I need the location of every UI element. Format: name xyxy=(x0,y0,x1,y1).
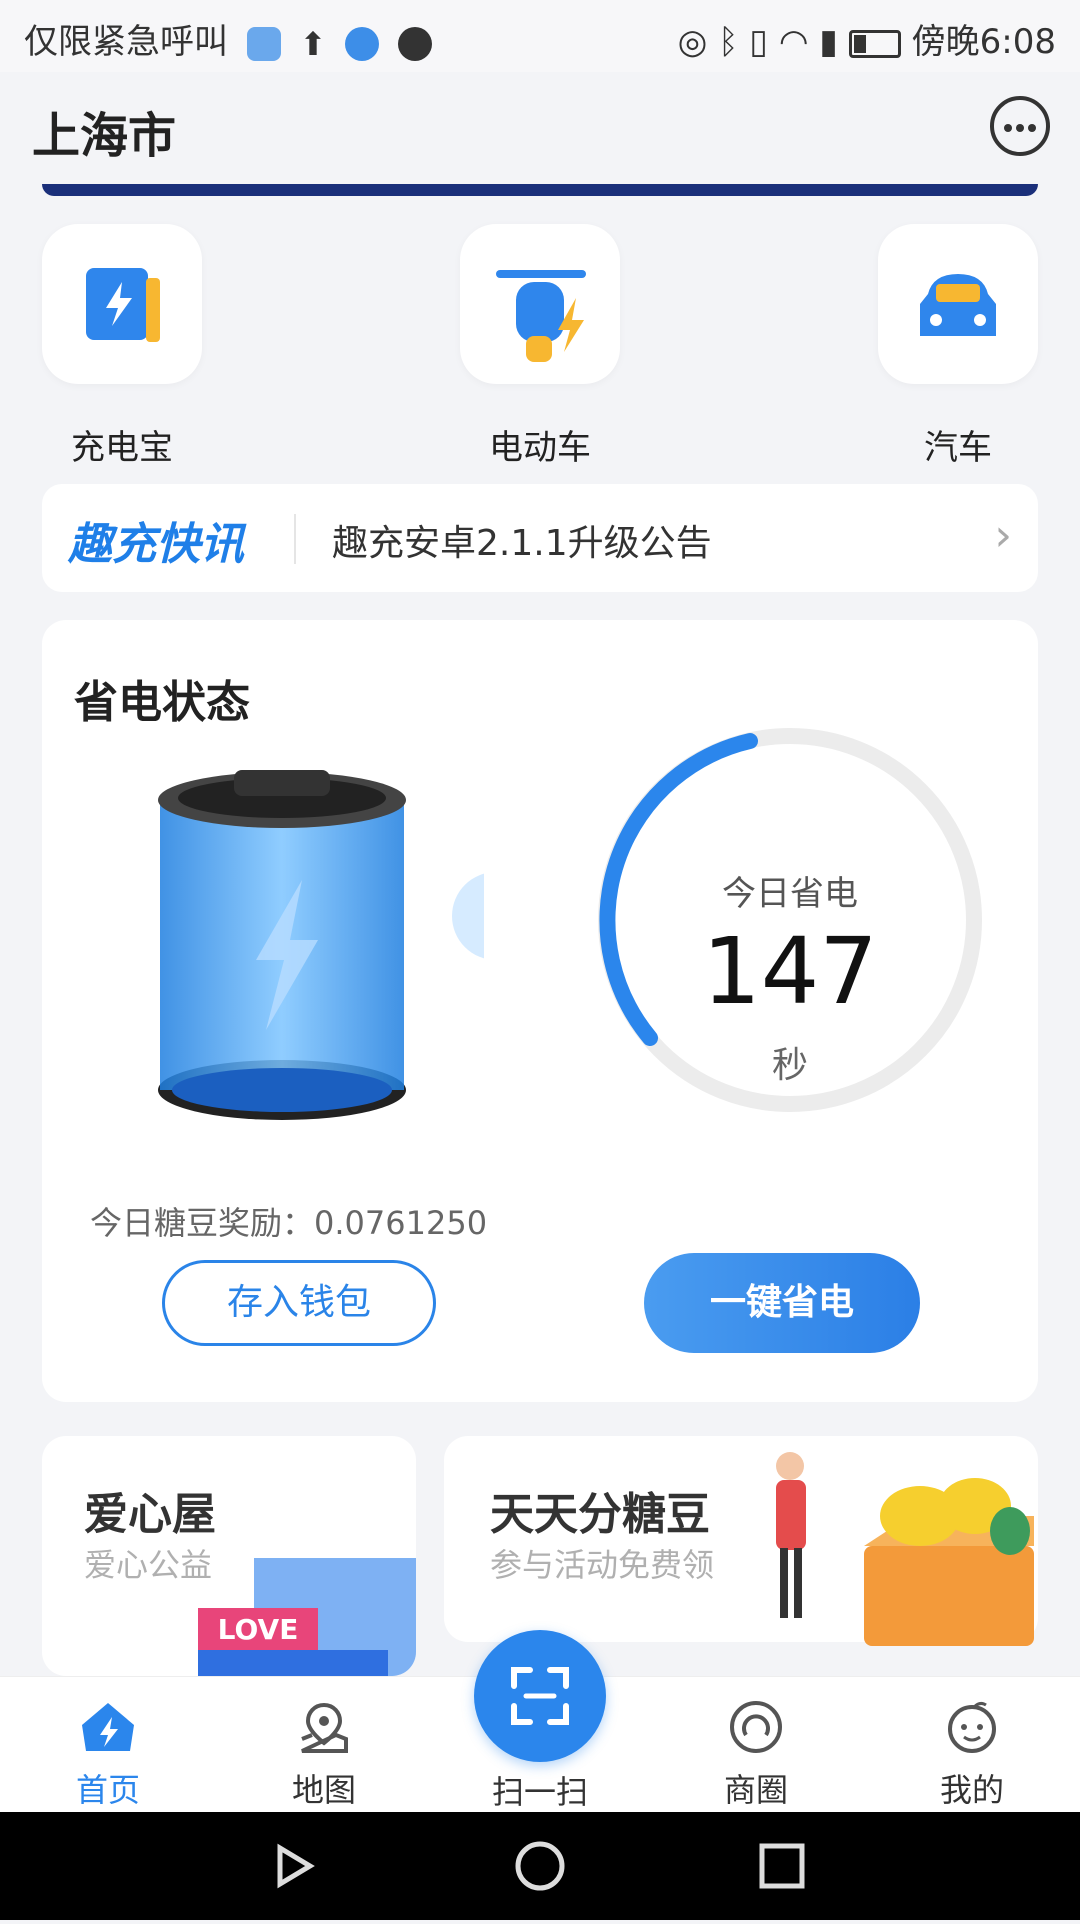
recents-icon[interactable] xyxy=(759,1843,805,1889)
love-base-illustration xyxy=(198,1650,388,1676)
tab-map[interactable]: 地图 xyxy=(216,1677,432,1813)
today-saved-label: 今日省电 xyxy=(722,874,858,914)
status-left: 仅限紧急呼叫 ⬆ xyxy=(24,14,433,63)
battery-illustration xyxy=(158,770,484,1120)
business-circle-icon xyxy=(730,1701,782,1753)
e-scooter-icon xyxy=(496,270,586,362)
status-right: ◎ ᛒ ▯ ◠ ▮ 傍晚6:08 xyxy=(678,14,1056,63)
back-icon[interactable] xyxy=(277,1843,315,1889)
reward-text: 今日糖豆奖励：0.0761250 xyxy=(90,1204,488,1242)
promo-love-house[interactable]: 爱心屋 爱心公益 LOVE xyxy=(42,1436,416,1676)
category-label-e-scooter: 电动车 xyxy=(489,428,591,468)
home-system-icon[interactable] xyxy=(515,1841,565,1891)
home-icon xyxy=(82,1703,134,1751)
love-badge: LOVE xyxy=(198,1608,318,1652)
promo-title: 天天分糖豆 xyxy=(490,1489,710,1540)
power-bank-icon xyxy=(86,268,160,342)
tab-profile[interactable]: 我的 xyxy=(864,1677,1080,1813)
tab-label: 我的 xyxy=(939,1771,1004,1809)
car-icon xyxy=(920,274,996,336)
app-notification-icon-2 xyxy=(345,26,380,61)
location-icon: ◎ xyxy=(677,22,708,62)
battery-icon xyxy=(848,29,901,58)
category-label-car: 汽车 xyxy=(924,428,992,468)
upload-icon: ⬆ xyxy=(299,24,327,63)
wifi-icon: ◠ xyxy=(778,22,809,62)
vibrate-icon: ▯ xyxy=(749,22,768,62)
message-icon[interactable] xyxy=(990,96,1050,156)
tiktok-icon xyxy=(398,26,433,61)
profile-icon xyxy=(948,1701,996,1753)
system-navigation-bar xyxy=(0,1812,1080,1920)
scan-icon xyxy=(511,1667,569,1725)
power-saving-card: 省电状态 今日省电 147 秒 今日糖豆奖励：0.0761250 存入钱包 一键… xyxy=(42,620,1038,1402)
news-bar[interactable]: 趣充快讯 趣充安卓2.1.1升级公告 › xyxy=(42,484,1038,592)
chevron-right-icon: › xyxy=(994,510,1012,561)
tab-label: 扫一扫 xyxy=(491,1773,588,1811)
tab-business[interactable]: 商圈 xyxy=(648,1677,864,1813)
category-label-power-bank: 充电宝 xyxy=(71,428,173,468)
card-title: 省电状态 xyxy=(74,677,250,728)
app-notification-icon xyxy=(246,26,281,61)
category-e-scooter[interactable] xyxy=(460,224,620,384)
tab-label: 首页 xyxy=(75,1771,140,1809)
promo-subtitle: 爱心公益 xyxy=(84,1546,213,1584)
tab-home[interactable]: 首页 xyxy=(0,1677,216,1813)
sim-alert-icon: ▮ xyxy=(819,22,839,62)
category-power-bank[interactable] xyxy=(42,224,202,384)
news-logo: 趣充快讯 xyxy=(68,519,244,570)
clock-text: 傍晚6:08 xyxy=(911,22,1056,62)
scan-button[interactable] xyxy=(474,1630,606,1762)
promo-title: 爱心屋 xyxy=(84,1489,216,1540)
bluetooth-icon: ᛒ xyxy=(718,22,739,62)
promo-subtitle: 参与活动免费领 xyxy=(490,1546,715,1584)
news-headline[interactable]: 趣充安卓2.1.1升级公告 xyxy=(332,514,712,566)
news-divider xyxy=(294,514,296,564)
city-selector[interactable]: 上海市 xyxy=(32,96,176,166)
status-bar: 仅限紧急呼叫 ⬆ ◎ ᛒ ▯ ◠ ▮ 傍晚6:08 xyxy=(0,0,1080,72)
carrier-text: 仅限紧急呼叫 xyxy=(24,22,228,62)
promo-daily-candy[interactable]: 天天分糖豆 参与活动免费领 xyxy=(444,1436,1038,1646)
today-saved-unit: 秒 xyxy=(771,1045,808,1086)
tab-label: 商圈 xyxy=(723,1771,788,1809)
map-icon xyxy=(301,1702,348,1753)
today-saved-value: 147 xyxy=(702,918,878,1025)
save-to-wallet-button[interactable]: 存入钱包 xyxy=(162,1260,436,1346)
banner-carousel[interactable] xyxy=(42,184,1038,196)
candy-gift-illustration xyxy=(776,1452,1034,1646)
one-click-save-button[interactable]: 一键省电 xyxy=(644,1253,920,1353)
category-car[interactable] xyxy=(878,224,1038,384)
tab-label: 地图 xyxy=(291,1771,356,1809)
